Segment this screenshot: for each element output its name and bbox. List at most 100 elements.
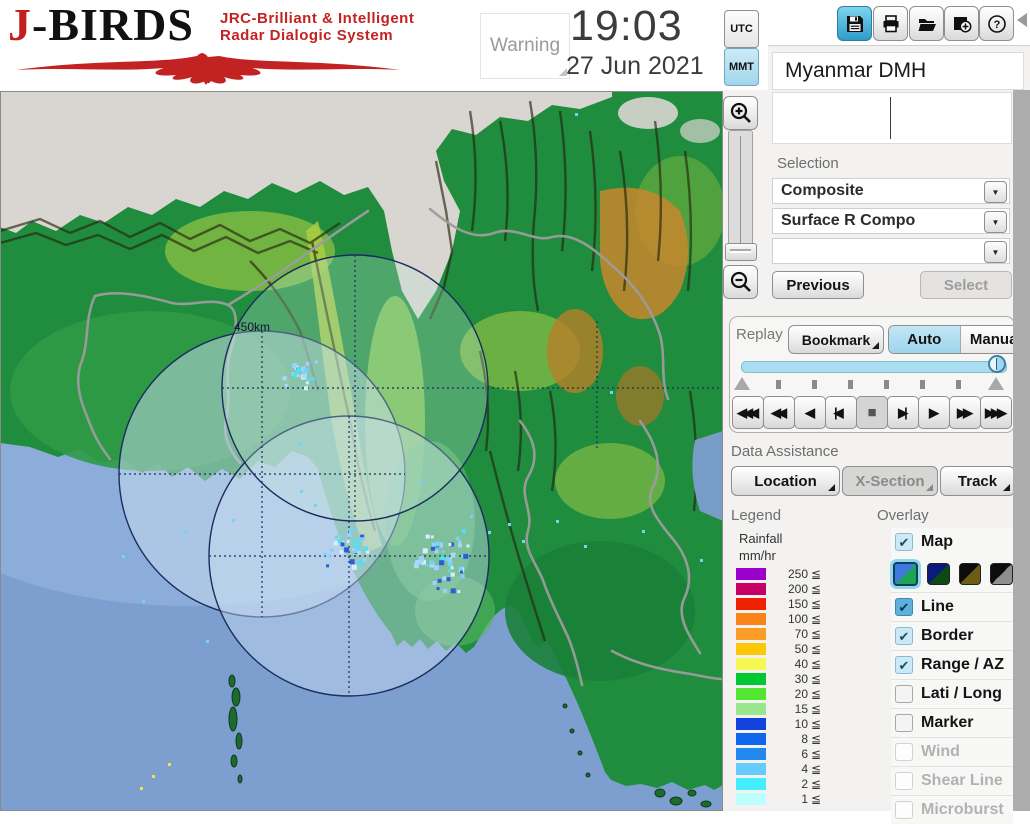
- chevron-down-icon[interactable]: ▼: [984, 181, 1007, 203]
- radar-echo-pixel: [442, 550, 445, 553]
- capture-add-button[interactable]: [944, 6, 979, 41]
- map-style-black-olive[interactable]: [959, 563, 982, 585]
- map-style-navy-darkgreen[interactable]: [927, 563, 950, 585]
- zoom-slider-track[interactable]: [728, 130, 753, 258]
- slider-end-marker[interactable]: [988, 377, 1004, 390]
- xsection-button[interactable]: X-Section: [842, 466, 938, 496]
- radar-echo-pixel: [457, 590, 460, 593]
- overlay-checkbox-line[interactable]: ✔: [895, 598, 913, 616]
- radar-echo-pixel: [315, 360, 318, 363]
- panel-collapse-arrow[interactable]: [1017, 13, 1027, 27]
- auto-label: Auto: [907, 331, 941, 348]
- radar-echo-pixel: [448, 570, 451, 573]
- map-style-blue-green[interactable]: [893, 562, 918, 586]
- overlay-checkbox-border[interactable]: ✔: [895, 627, 913, 645]
- slider-tick: [920, 380, 925, 389]
- overlay-checkbox-range-az[interactable]: ✔: [895, 656, 913, 674]
- legend-row: 40≦: [736, 656, 840, 671]
- jbirds-logo: J-BIRDS JRC-Brilliant & Intelligent Rada…: [8, 2, 418, 88]
- radar-echo-pixel: [522, 540, 525, 543]
- overlay-label-map: Map: [921, 533, 953, 551]
- overlay-row-shear-line: Shear Line: [891, 766, 1013, 795]
- map-style-black-gray[interactable]: [990, 563, 1013, 585]
- legend-color-swatch: [736, 613, 766, 625]
- replay-slider-track[interactable]: [741, 361, 1007, 373]
- legend-value: 15: [766, 702, 808, 716]
- overlay-checkbox-marker[interactable]: [895, 714, 913, 732]
- dropdown-elevation[interactable]: ▼: [772, 238, 1010, 264]
- jump-start-button[interactable]: ◀◀◀: [732, 396, 764, 429]
- less-equal-symbol: ≦: [811, 762, 821, 776]
- overlay-row-line: ✔Line: [891, 592, 1013, 621]
- less-equal-symbol: ≦: [811, 567, 821, 581]
- less-equal-symbol: ≦: [811, 792, 821, 806]
- save-button[interactable]: [837, 6, 872, 41]
- track-label: Track: [958, 473, 997, 490]
- less-equal-symbol: ≦: [811, 612, 821, 626]
- slider-start-marker[interactable]: [734, 377, 750, 390]
- step-back-button[interactable]: |◀: [825, 396, 857, 429]
- jump-end-button[interactable]: ▶▶▶: [980, 396, 1012, 429]
- play-button[interactable]: ▶: [918, 396, 950, 429]
- overlay-checkbox-microburst[interactable]: [895, 801, 913, 819]
- legend-row: 4≦: [736, 761, 840, 776]
- auto-button[interactable]: Auto: [889, 326, 960, 353]
- overlay-row-microburst: Microburst: [891, 795, 1013, 824]
- overlay-checkbox-shear-line[interactable]: [895, 772, 913, 790]
- selection-label: Selection: [777, 155, 839, 172]
- dropdown-composite[interactable]: Composite ▼: [772, 178, 1010, 204]
- select-button[interactable]: Select: [920, 271, 1012, 299]
- zoom-in-button[interactable]: [723, 96, 758, 130]
- overlay-label-shear-line: Shear Line: [921, 772, 1003, 790]
- location-button[interactable]: Location: [731, 466, 840, 496]
- legend-color-swatch: [736, 703, 766, 715]
- step-forward-button[interactable]: ▶|: [887, 396, 919, 429]
- less-equal-symbol: ≦: [811, 597, 821, 611]
- radar-echo-pixel: [458, 540, 461, 543]
- chevron-down-icon[interactable]: ▼: [984, 211, 1007, 233]
- station-info-box: [772, 92, 1012, 144]
- radar-echo-pixel: [470, 515, 473, 518]
- legend-row: 8≦: [736, 731, 840, 746]
- open-folder-button[interactable]: [909, 6, 944, 41]
- zoom-out-button[interactable]: [723, 265, 758, 299]
- fast-forward-button[interactable]: ▶▶: [949, 396, 981, 429]
- overlay-checkbox-map[interactable]: ✔: [895, 533, 913, 551]
- replay-slider-handle[interactable]: [988, 355, 1006, 373]
- stop-button[interactable]: ■: [856, 396, 888, 429]
- zoom-slider-handle[interactable]: [725, 243, 757, 261]
- legend-value: 150: [766, 597, 808, 611]
- mmt-button[interactable]: MMT: [724, 48, 759, 86]
- rainfall-legend: 250≦200≦150≦100≦70≦50≦40≦30≦20≦15≦10≦8≦6…: [736, 566, 840, 806]
- rewind-button[interactable]: ◀◀: [763, 396, 795, 429]
- radar-echo-pixel: [437, 587, 440, 590]
- less-equal-symbol: ≦: [811, 717, 821, 731]
- map-viewport[interactable]: 450km: [0, 91, 723, 811]
- open-folder-icon: [917, 14, 937, 34]
- radar-echo-pixel: [232, 519, 235, 522]
- panel-scrollbar[interactable]: [1013, 90, 1030, 811]
- print-button[interactable]: [873, 6, 908, 41]
- radar-echo-pixel: [451, 573, 455, 577]
- less-equal-symbol: ≦: [811, 747, 821, 761]
- previous-button[interactable]: Previous: [772, 271, 864, 299]
- radar-echo-pixel: [339, 550, 343, 554]
- chevron-down-icon[interactable]: ▼: [984, 241, 1007, 263]
- legend-value: 6: [766, 747, 808, 761]
- dropdown-product[interactable]: Surface R Compo ▼: [772, 208, 1010, 234]
- radar-echo-pixel: [206, 640, 209, 643]
- overlay-checkbox-wind[interactable]: [895, 743, 913, 761]
- legend-value: 50: [766, 642, 808, 656]
- overlay-row-range-az: ✔Range / AZ: [891, 650, 1013, 679]
- overlay-checkbox-lati-long[interactable]: [895, 685, 913, 703]
- help-button[interactable]: ?: [979, 6, 1014, 41]
- play-reverse-button[interactable]: ◀: [794, 396, 826, 429]
- warning-button[interactable]: Warning: [480, 13, 570, 79]
- radar-echo-pixel: [610, 391, 613, 394]
- map-style-selector: [891, 556, 1013, 592]
- radar-echo-pixel: [347, 533, 351, 537]
- utc-button[interactable]: UTC: [724, 10, 759, 48]
- bookmark-button[interactable]: Bookmark: [788, 325, 884, 354]
- radar-echo-pixel: [282, 376, 286, 380]
- track-button[interactable]: Track: [940, 466, 1015, 496]
